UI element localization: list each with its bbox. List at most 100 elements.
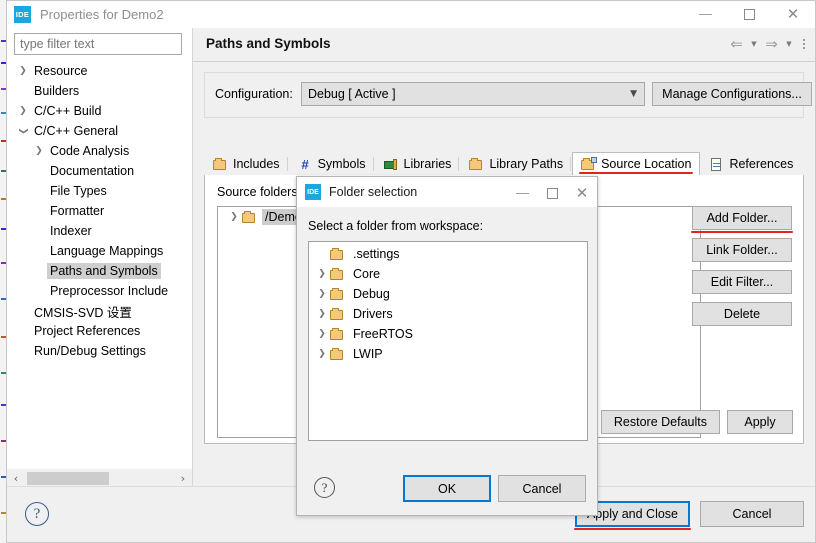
chevron-right-icon[interactable] (314, 309, 330, 319)
restore-defaults-button[interactable]: Restore Defaults (600, 410, 720, 434)
button-label: Add Folder... (706, 211, 778, 225)
ide-logo-icon: IDE (14, 6, 31, 23)
window-title: Properties for Demo2 (40, 7, 164, 22)
chevron-right-icon[interactable] (15, 66, 31, 76)
modal-maximize-button[interactable] (537, 179, 567, 209)
filter-input[interactable] (14, 33, 182, 55)
sidebar-horizontal-scrollbar[interactable]: ‹ › (7, 468, 192, 488)
chevron-right-icon[interactable] (15, 106, 31, 116)
button-label: Cancel (732, 507, 772, 521)
library-paths-folder-icon (469, 157, 484, 171)
scrollbar-thumb[interactable] (27, 472, 109, 485)
apply-button[interactable]: Apply (727, 410, 793, 434)
source-action-buttons: Add Folder... Link Folder... Edit Filter..… (691, 206, 793, 334)
settings-sidebar: Resource Builders C/C++ Build C/C++ General… (7, 28, 193, 488)
link-folder-button[interactable]: Link Folder... (692, 238, 792, 262)
sidebar-item-label: Code Analysis (50, 144, 130, 158)
source-location-folder-icon (581, 156, 598, 171)
configuration-group: Configuration: Debug [ Active ] ▼ Manage… (204, 72, 812, 118)
tab-label: Source Location (601, 157, 692, 171)
back-button[interactable]: ⇐ (727, 35, 746, 53)
ok-button[interactable]: OK (403, 475, 491, 502)
sidebar-item-language-mappings[interactable]: Language Mappings (7, 241, 192, 261)
chevron-right-icon[interactable] (314, 329, 330, 339)
button-label: Link Folder... (706, 243, 778, 257)
chevron-right-icon[interactable] (314, 289, 330, 299)
page-navigation: ⇐ ▼ ⇒ ▼ (727, 35, 809, 53)
folder-icon (330, 267, 345, 281)
maximize-button[interactable] (727, 1, 771, 28)
chevron-right-icon[interactable] (31, 146, 47, 156)
minimize-icon (698, 14, 712, 15)
sidebar-item-file-types[interactable]: File Types (7, 181, 192, 201)
libraries-books-icon (383, 158, 399, 171)
forward-button[interactable]: ⇒ (762, 35, 781, 53)
tab-references[interactable]: References (700, 152, 802, 175)
sidebar-item-indexer[interactable]: Indexer (7, 221, 192, 241)
tab-includes[interactable]: Includes (204, 152, 289, 175)
back-history-dropdown[interactable]: ▼ (748, 40, 760, 48)
sidebar-item-builders[interactable]: Builders (7, 81, 192, 101)
view-menu-icon[interactable] (799, 39, 809, 49)
sidebar-item-cmsis-svd[interactable]: CMSIS-SVD 设置 (7, 301, 192, 321)
sidebar-item-label: Formatter (50, 204, 105, 218)
tab-label: References (729, 157, 794, 171)
window-controls: ✕ (683, 1, 815, 28)
cancel-button[interactable]: Cancel (700, 501, 804, 527)
sidebar-item-code-analysis[interactable]: Code Analysis (7, 141, 192, 161)
settings-tabs: Includes # Symbols Libraries Library Paths So… (204, 151, 804, 176)
modal-minimize-button[interactable] (507, 179, 537, 209)
tab-library-paths[interactable]: Library Paths (460, 152, 572, 175)
folder-tree-item[interactable]: .settings (309, 244, 587, 264)
chevron-right-icon[interactable] (226, 212, 242, 222)
minimize-button[interactable] (683, 1, 727, 28)
folder-tree-item[interactable]: Core (309, 264, 587, 284)
folder-tree-item[interactable]: FreeRTOS (309, 324, 587, 344)
annotation-underline (579, 172, 694, 174)
sidebar-item-label: Language Mappings (50, 244, 164, 258)
sidebar-item-label: CMSIS-SVD 设置 (34, 305, 132, 320)
help-icon[interactable]: ? (25, 502, 49, 526)
sidebar-item-resource[interactable]: Resource (7, 61, 192, 81)
folder-icon (330, 307, 345, 321)
delete-button[interactable]: Delete (692, 302, 792, 326)
add-folder-button[interactable]: Add Folder... (691, 206, 793, 233)
sidebar-item-c-c-build[interactable]: C/C++ Build (7, 101, 192, 121)
folder-tree-item[interactable]: Debug (309, 284, 587, 304)
maximize-icon (743, 9, 755, 20)
folder-tree-label: .settings (353, 247, 400, 261)
footer-buttons: Apply and Close Cancel (573, 501, 804, 530)
manage-configurations-button[interactable]: Manage Configurations... (652, 82, 812, 106)
cancel-button[interactable]: Cancel (498, 475, 586, 502)
tab-separator (372, 157, 374, 171)
tab-source-location[interactable]: Source Location (572, 152, 701, 176)
modal-help-icon[interactable]: ? (314, 477, 335, 498)
symbols-hash-icon: # (301, 156, 309, 172)
sidebar-item-paths-and-symbols[interactable]: Paths and Symbols (7, 261, 192, 281)
sidebar-item-c-c-general[interactable]: C/C++ General (7, 121, 192, 141)
configuration-select[interactable]: Debug [ Active ] ▼ (301, 82, 645, 106)
sidebar-item-preprocessor-include[interactable]: Preprocessor Include (7, 281, 192, 301)
forward-history-dropdown[interactable]: ▼ (783, 40, 795, 48)
sidebar-item-label: Documentation (50, 164, 135, 178)
edit-filter-button[interactable]: Edit Filter... (692, 270, 792, 294)
modal-close-button[interactable]: ✕ (567, 179, 597, 209)
tab-symbols[interactable]: # Symbols (289, 152, 375, 175)
chevron-right-icon[interactable] (314, 269, 330, 279)
folder-icon (330, 247, 345, 261)
sidebar-item-documentation[interactable]: Documentation (7, 161, 192, 181)
workspace-folder-tree[interactable]: .settings Core Debug Drivers FreeRTOS LWIP (308, 241, 588, 441)
tab-separator (286, 157, 288, 171)
sidebar-item-label: C/C++ General (34, 124, 119, 138)
tab-libraries[interactable]: Libraries (375, 152, 461, 175)
chevron-down-icon[interactable] (15, 126, 31, 136)
sidebar-item-project-references[interactable]: Project References (7, 321, 192, 341)
arrow-right-icon: ⇒ (765, 34, 778, 53)
chevron-right-icon[interactable] (314, 349, 330, 359)
sidebar-item-run-debug-settings[interactable]: Run/Debug Settings (7, 341, 192, 361)
sidebar-item-formatter[interactable]: Formatter (7, 201, 192, 221)
modal-window-controls: ✕ (507, 179, 597, 206)
folder-tree-item[interactable]: LWIP (309, 344, 587, 364)
folder-tree-item[interactable]: Drivers (309, 304, 587, 324)
close-button[interactable]: ✕ (771, 1, 815, 28)
